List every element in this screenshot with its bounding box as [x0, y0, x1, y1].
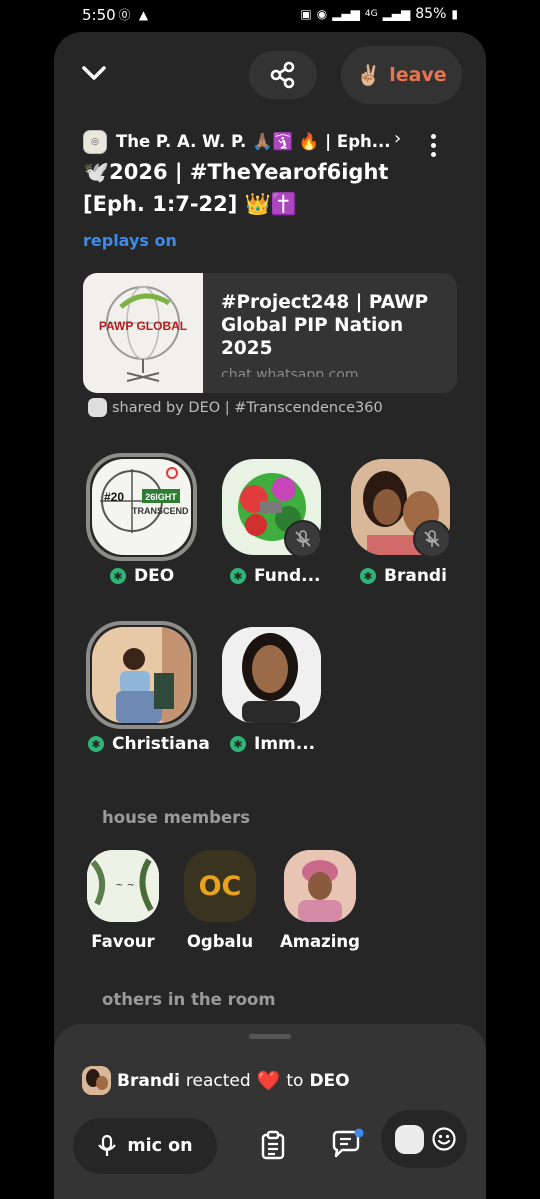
status-time: 5:50 [82, 6, 116, 24]
deo-card-top: #20 [104, 490, 124, 504]
shared-by: shared by DEO | #Transcendence360 [88, 398, 383, 417]
room-title: 🕊️2026 | #TheYearof6ight [Eph. 1:7-22] 👑… [83, 160, 389, 216]
reaction-connector: to [286, 1070, 304, 1091]
notification-icon: ⓪ [118, 8, 131, 22]
speaker-name-deo: ✱ DEO [110, 566, 174, 586]
moderator-icon: ✱ [110, 568, 126, 584]
network-type: 4G [364, 9, 378, 19]
deo-avatar-image: #20 26IGHT TRANSCEND [100, 467, 189, 533]
deo-card-badge: 26IGHT [145, 492, 177, 502]
link-image-text: PAWP GLOBAL [99, 319, 187, 333]
christiana-avatar-image [92, 627, 191, 723]
status-bar: 5:50 ⓪ ▲ ▣ ◉ ▂▄▆ 4G ▂▄▆ 85% ▮ [0, 0, 540, 32]
battery-level: 85% [415, 6, 447, 22]
svg-text:~ ~: ~ ~ [115, 880, 135, 891]
chevron-down-icon[interactable] [79, 58, 109, 88]
speaker-muted-fund [284, 520, 322, 558]
leave-label: leave [389, 64, 447, 86]
signal-icon-2: ▂▄▆ [382, 7, 411, 21]
chevron-right-icon[interactable]: › [394, 128, 401, 149]
room-toolbar: ✌🏼 leave [54, 32, 486, 122]
heart-icon: ❤️ [256, 1070, 281, 1092]
member-initials: OC [198, 870, 242, 902]
shared-by-text: shared by DEO | #Transcendence360 [112, 399, 383, 416]
member-avatar-ogbalu[interactable]: OC [184, 850, 256, 922]
mic-muted-icon [295, 530, 311, 547]
reaction-button[interactable] [381, 1110, 467, 1168]
sharer-avatar [88, 398, 107, 417]
moderator-icon: ✱ [360, 568, 376, 584]
drag-handle[interactable] [249, 1034, 291, 1039]
share-button[interactable] [249, 51, 317, 99]
reaction-notice: Brandi reacted ❤️ to DEO [82, 1066, 350, 1095]
member-avatar-favour[interactable]: ~ ~ [87, 850, 159, 922]
chat-icon[interactable] [330, 1128, 364, 1160]
share-icon [270, 61, 295, 89]
member-avatar-amazing[interactable] [284, 850, 356, 922]
link-preview-image: PAWP GLOBAL [83, 273, 203, 393]
link-preview-card[interactable]: PAWP GLOBAL #Project248 | PAWP Global PI… [83, 273, 457, 393]
lock-icon: ▣ [300, 7, 312, 21]
speaker-name-imm: ✱ Imm... [230, 734, 315, 754]
smiley-icon [432, 1127, 456, 1151]
member-name-ogbalu: Ogbalu [186, 932, 254, 951]
link-preview-title: #Project248 | PAWP Global PIP Nation 202… [221, 292, 429, 359]
club-logo: ◎ [83, 130, 107, 154]
mic-label: mic on [127, 1136, 193, 1156]
leave-button[interactable]: ✌🏼 leave [341, 46, 462, 104]
reaction-user: Brandi [117, 1070, 180, 1091]
bottom-sheet: Brandi reacted ❤️ to DEO mic on [54, 1024, 486, 1199]
link-preview-url: chat.whatsapp.com [221, 367, 359, 377]
speaker-avatar-imm[interactable] [222, 627, 321, 723]
mic-muted-icon [424, 530, 440, 547]
speaker-muted-brandi [413, 520, 451, 558]
moderator-icon: ✱ [230, 736, 246, 752]
room-thumbnail [395, 1125, 424, 1154]
house-members-heading: house members [102, 808, 251, 827]
status-right-group: ▣ ◉ ▂▄▆ 4G ▂▄▆ 85% ▮ [300, 6, 458, 22]
battery-icon: ▮ [451, 7, 458, 21]
amazing-avatar-image [284, 850, 356, 922]
room-panel: ✌🏼 leave ◎ The P. A. W. P. 🙏🏽🛐 🔥 | Eph..… [54, 32, 486, 1199]
club-name: The P. A. W. P. 🙏🏽🛐 🔥 | Eph... [116, 132, 391, 151]
speaker-avatar-deo[interactable]: #20 26IGHT TRANSCEND [92, 459, 191, 555]
reaction-target: DEO [309, 1070, 350, 1091]
clipboard-icon[interactable] [258, 1130, 288, 1160]
speaker-name-christiana: ✱ Christiana [88, 734, 210, 754]
deo-card-line: TRANSCEND [132, 506, 189, 516]
microphone-icon [98, 1134, 117, 1156]
replays-status: replays on [83, 231, 177, 250]
mic-toggle-button[interactable]: mic on [73, 1118, 217, 1174]
reaction-avatar [82, 1066, 111, 1095]
moderator-icon: ✱ [88, 736, 104, 752]
member-name-amazing: Amazing [280, 932, 360, 951]
favour-avatar-image: ~ ~ [87, 850, 159, 922]
signal-icon: ▂▄▆ [332, 7, 360, 21]
status-notification-icons: ⓪ ▲ [117, 8, 151, 23]
speaker-name-fund: ✱ Fund... [230, 566, 321, 586]
speaker-avatar-christiana[interactable] [92, 627, 191, 723]
imm-avatar-image [222, 627, 321, 723]
peace-hand-icon: ✌🏼 [356, 63, 382, 87]
others-heading: others in the room [102, 990, 276, 1009]
reaction-verb: reacted [185, 1070, 251, 1091]
club-link[interactable]: ◎ The P. A. W. P. 🙏🏽🛐 🔥 | Eph... [83, 130, 423, 154]
warning-icon: ▲ [138, 8, 149, 22]
speaker-name-brandi: ✱ Brandi [360, 566, 447, 586]
moderator-icon: ✱ [230, 568, 246, 584]
globe-logo: PAWP GLOBAL [99, 286, 187, 382]
member-name-favour: Favour [91, 932, 155, 951]
hotspot-icon: ◉ [316, 7, 328, 21]
